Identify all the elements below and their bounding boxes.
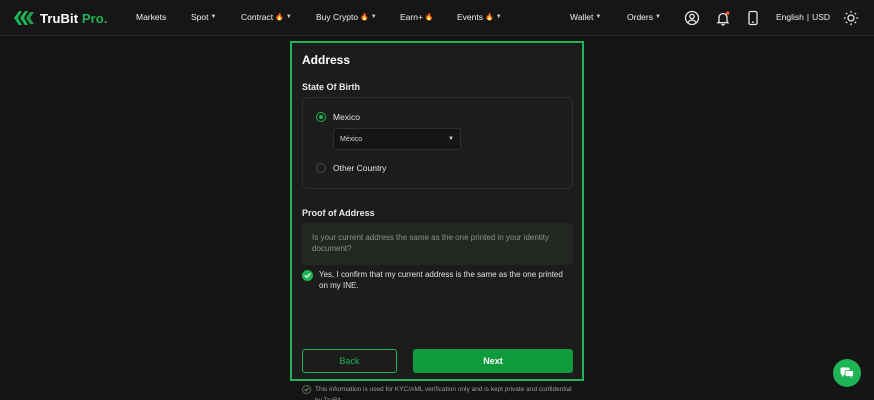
caret-down-icon: ▼: [495, 14, 502, 20]
nav-wallet[interactable]: Wallet ▼: [570, 12, 601, 22]
address-form-card: Address State Of Birth Mexico México ▼ O…: [290, 41, 584, 381]
radio-checked-icon: [316, 112, 326, 122]
radio-unchecked-icon: [316, 163, 326, 173]
phone-icon: [748, 10, 758, 26]
top-navbar: TruBit Pro. Markets Spot ▼ Contract 🔥 ▼ …: [0, 0, 874, 36]
chat-icon: [840, 367, 854, 379]
state-of-birth-box: Mexico México ▼ Other Country: [302, 97, 573, 189]
language-currency-selector[interactable]: English | USD: [776, 12, 830, 22]
language-label: English: [776, 12, 804, 22]
support-chat-button[interactable]: [833, 359, 861, 387]
nav-markets-label: Markets: [136, 12, 167, 22]
confirm-checkbox[interactable]: [302, 270, 313, 281]
address-question: Is your current address the same as the …: [302, 223, 573, 265]
check-icon: [304, 387, 309, 392]
state-of-birth-label: State Of Birth: [302, 82, 361, 92]
caret-down-icon: ▼: [285, 14, 292, 20]
sun-icon: [843, 10, 859, 26]
privacy-note-text: This information is used for KYC/AML ver…: [315, 386, 572, 400]
radio-option-other-country[interactable]: Other Country: [316, 163, 386, 173]
confirm-text: Yes, I confirm that my current address i…: [319, 270, 563, 290]
privacy-note: This information is used for KYC/AML ver…: [302, 384, 577, 400]
nav-wallet-label: Wallet: [570, 12, 594, 22]
nav-markets[interactable]: Markets: [136, 12, 166, 22]
radio-option-mexico[interactable]: Mexico: [316, 112, 360, 122]
nav-orders-label: Orders: [627, 12, 653, 22]
profile-button[interactable]: [684, 10, 700, 26]
caret-down-icon: ▼: [595, 14, 602, 20]
brand-logo[interactable]: TruBit Pro.: [14, 9, 108, 27]
check-circle-icon: [302, 385, 311, 394]
flame-icon: 🔥: [485, 14, 494, 21]
radio-label-mexico: Mexico: [333, 112, 360, 122]
caret-down-icon: ▼: [210, 14, 217, 20]
flame-icon: 🔥: [275, 14, 284, 21]
theme-toggle-button[interactable]: [843, 10, 859, 26]
user-circle-icon: [684, 10, 700, 26]
bell-icon: [716, 11, 730, 26]
flame-icon: 🔥: [424, 14, 434, 21]
back-button[interactable]: Back: [302, 349, 397, 373]
currency-label: USD: [812, 12, 831, 22]
nav-buy-crypto-label: Buy Crypto: [316, 12, 359, 22]
nav-earn-label: Earn+: [400, 12, 423, 22]
confirm-address-row[interactable]: Yes, I confirm that my current address i…: [302, 269, 564, 291]
caret-down-icon: ▼: [654, 14, 661, 20]
nav-events[interactable]: Events 🔥 ▼: [457, 12, 502, 22]
device-button[interactable]: [745, 10, 761, 26]
radio-label-other-country: Other Country: [333, 163, 387, 173]
brand-name-text: TruBit: [40, 10, 79, 26]
nav-spot[interactable]: Spot ▼: [191, 12, 216, 22]
state-select[interactable]: México ▼: [333, 128, 461, 150]
check-icon: [304, 273, 311, 278]
nav-contract[interactable]: Contract 🔥 ▼: [241, 12, 292, 22]
nav-contract-label: Contract: [241, 12, 274, 22]
nav-earn[interactable]: Earn+ 🔥: [400, 12, 434, 22]
caret-down-icon: ▼: [370, 14, 377, 20]
brand-name: TruBit Pro.: [40, 11, 108, 26]
state-select-value: México: [340, 135, 363, 143]
notifications-button[interactable]: [715, 10, 731, 26]
next-button[interactable]: Next: [413, 349, 573, 373]
nav-orders[interactable]: Orders ▼: [627, 12, 661, 22]
brand-suffix: Pro.: [81, 10, 108, 26]
language-separator: |: [806, 12, 810, 22]
flame-icon: 🔥: [360, 14, 369, 21]
form-title: Address: [302, 53, 351, 67]
nav-events-label: Events: [457, 12, 483, 22]
proof-of-address-label: Proof of Address: [302, 208, 375, 218]
nav-buy-crypto[interactable]: Buy Crypto 🔥 ▼: [316, 12, 377, 22]
trubit-logo-icon: [14, 11, 34, 25]
nav-spot-label: Spot: [191, 12, 209, 22]
caret-down-icon: ▼: [448, 136, 454, 142]
